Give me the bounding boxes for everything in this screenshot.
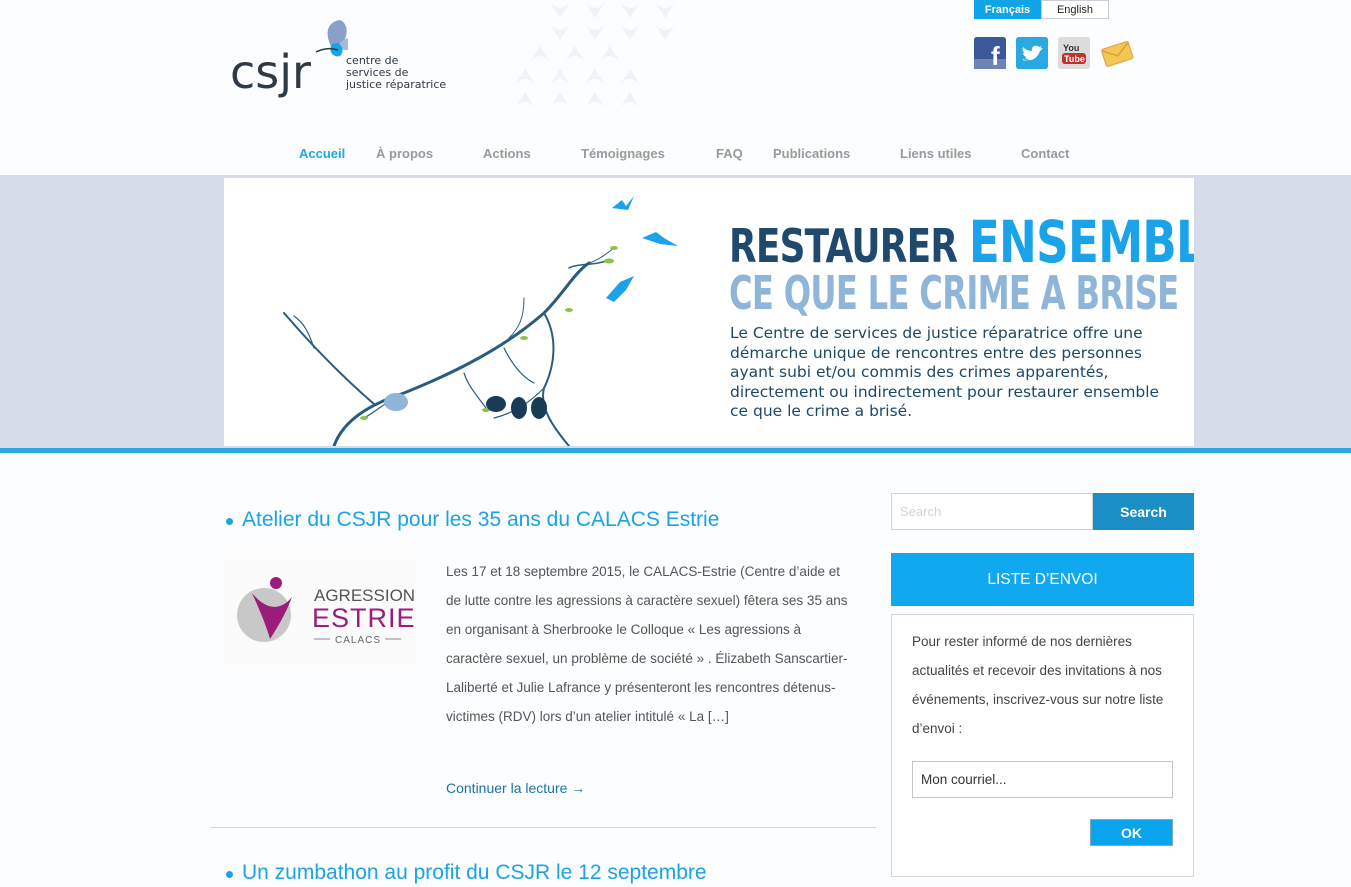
logo-line: justice réparatrice xyxy=(346,78,447,91)
svg-text:CALACS: CALACS xyxy=(335,635,381,646)
post-title-text[interactable]: Un zumbathon au profit du CSJR le 12 sep… xyxy=(242,861,707,884)
hero-banner: RESTAURER ENSEMBLE CE QUE LE CRIME A BRI… xyxy=(224,178,1194,446)
svg-text:ESTRIE: ESTRIE xyxy=(312,603,416,633)
language-french-button[interactable]: Français xyxy=(974,0,1041,19)
nav-item-a-propos[interactable]: À propos xyxy=(376,146,433,161)
post-excerpt: Les 17 et 18 septembre 2015, le CALACS-E… xyxy=(446,564,848,724)
site-logo[interactable]: csjr centre de services de justice répar… xyxy=(228,18,448,108)
search-button[interactable]: Search xyxy=(1093,493,1194,530)
post-divider xyxy=(210,827,876,828)
nav-item-accueil[interactable]: Accueil xyxy=(299,146,345,161)
newsletter-title: LISTE D’ENVOI xyxy=(891,553,1194,606)
bullet-icon xyxy=(226,518,233,525)
svg-text:csjr: csjr xyxy=(230,45,311,99)
nav-item-publications[interactable]: Publications xyxy=(773,146,850,161)
search-input[interactable] xyxy=(891,493,1093,530)
post-title[interactable]: Atelier du CSJR pour les 35 ans du CALAC… xyxy=(226,508,719,532)
nav-item-contact[interactable]: Contact xyxy=(1021,146,1069,161)
post-title-text[interactable]: Atelier du CSJR pour les 35 ans du CALAC… xyxy=(242,508,719,531)
banner-description: Le Centre de services de justice réparat… xyxy=(730,324,1160,420)
bullet-icon xyxy=(226,871,233,878)
nav-item-actions[interactable]: Actions xyxy=(483,146,531,161)
nav-item-temoignages[interactable]: Témoignages xyxy=(581,146,665,161)
logo-tagline: centre de services de justice réparatric… xyxy=(346,55,446,91)
language-english-button[interactable]: English xyxy=(1041,0,1109,19)
mail-icon[interactable] xyxy=(1100,37,1134,69)
read-more-link[interactable]: Continuer la lecture → xyxy=(446,780,585,796)
post-title[interactable]: Un zumbathon au profit du CSJR le 12 sep… xyxy=(226,861,707,885)
nav-item-liens-utiles[interactable]: Liens utiles xyxy=(900,146,972,161)
banner-divider xyxy=(0,448,1351,453)
tree-birds-illustration xyxy=(283,196,678,446)
facebook-icon[interactable]: f xyxy=(974,37,1006,71)
nav-item-faq[interactable]: FAQ xyxy=(716,146,743,161)
agression-estrie-logo: AGRESSION ESTRIE CALACS xyxy=(237,577,416,646)
language-switcher: Français English xyxy=(974,0,1109,19)
newsletter-submit-button[interactable]: OK xyxy=(1090,819,1173,846)
banner-subheadline: CE QUE LE CRIME A BRISE xyxy=(729,266,1179,320)
butterfly-logo-icon: csjr xyxy=(230,20,348,99)
post-thumbnail[interactable]: AGRESSION ESTRIE CALACS xyxy=(224,553,416,671)
newsletter-description: Pour rester informé de nos dernières act… xyxy=(912,634,1164,736)
headline-dark: RESTAURER xyxy=(729,219,958,273)
svg-text:f: f xyxy=(991,41,1000,69)
youtube-icon[interactable]: You Tube xyxy=(1058,37,1090,69)
svg-text:You: You xyxy=(1063,43,1079,53)
decorative-pattern xyxy=(515,2,675,108)
email-field[interactable] xyxy=(912,761,1173,798)
svg-text:Tube: Tube xyxy=(1064,54,1085,64)
main-navigation: Accueil À propos Actions Témoignages FAQ… xyxy=(0,140,1351,170)
twitter-icon[interactable] xyxy=(1016,37,1048,69)
